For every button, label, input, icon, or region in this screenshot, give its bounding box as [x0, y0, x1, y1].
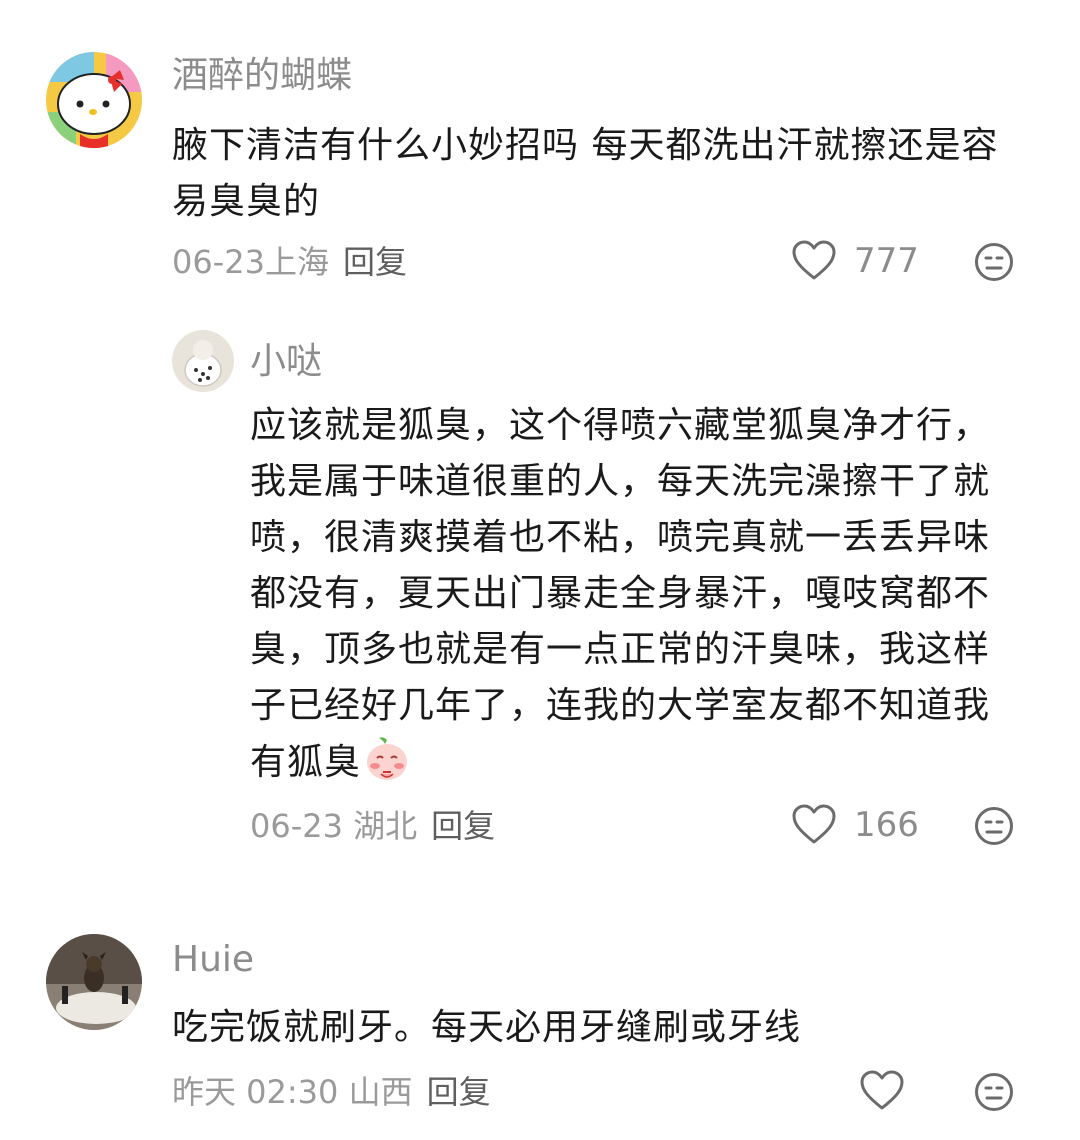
reply-button[interactable]: 回复 [343, 243, 407, 281]
avatar-huie[interactable] [46, 934, 142, 1030]
comment-location: 上海 [264, 243, 329, 281]
heart-outline-icon [792, 804, 836, 846]
like-button[interactable]: 777 [792, 240, 919, 282]
avatar-hello-kitty[interactable] [46, 52, 142, 148]
reply-button[interactable]: 回复 [427, 1073, 491, 1111]
comment-meta: 06-23上海 回复 [172, 242, 407, 282]
like-count: 166 [854, 805, 919, 845]
like-button[interactable] [860, 1070, 922, 1112]
avatar-xiaoda[interactable] [172, 330, 234, 392]
reply-button[interactable]: 回复 [431, 807, 495, 845]
comment-text-wrapper: 应该就是狐臭，这个得喷六藏堂狐臭净才行，我是属于味道很重的人，每天洗完澡擦干了就… [250, 398, 1010, 791]
like-count: 777 [854, 241, 919, 281]
unhappy-face-icon[interactable] [974, 1072, 1014, 1112]
comment-text: 腋下清洁有什么小妙招吗 每天都洗出汗就擦还是容易臭臭的 [172, 125, 999, 222]
comment-username[interactable]: 小哒 [250, 340, 322, 384]
unhappy-face-icon[interactable] [974, 806, 1014, 846]
heart-outline-icon [860, 1070, 904, 1112]
comment-location: 山西 [348, 1073, 413, 1111]
comment-location: 湖北 [353, 807, 418, 845]
comment-text: 吃完饭就刷牙。每天必用牙缝刷或牙线 [172, 1007, 802, 1048]
unhappy-face-icon[interactable] [974, 242, 1014, 282]
comment-username[interactable]: Huie [172, 938, 254, 982]
comment-meta: 06-23 湖北 回复 [250, 806, 495, 846]
shy-peach-emoji [363, 734, 411, 782]
comment-date: 06-23 [172, 243, 265, 281]
heart-outline-icon [792, 240, 836, 282]
like-button[interactable]: 166 [792, 804, 919, 846]
comment-date: 06-23 [250, 807, 343, 845]
comment-username[interactable]: 酒醉的蝴蝶 [172, 54, 352, 98]
comment-date: 昨天 02:30 [172, 1073, 339, 1111]
comment-text: 应该就是狐臭，这个得喷六藏堂狐臭净才行，我是属于味道很重的人，每天洗完澡擦干了就… [250, 405, 991, 783]
comment-meta: 昨天 02:30 山西 回复 [172, 1072, 491, 1112]
